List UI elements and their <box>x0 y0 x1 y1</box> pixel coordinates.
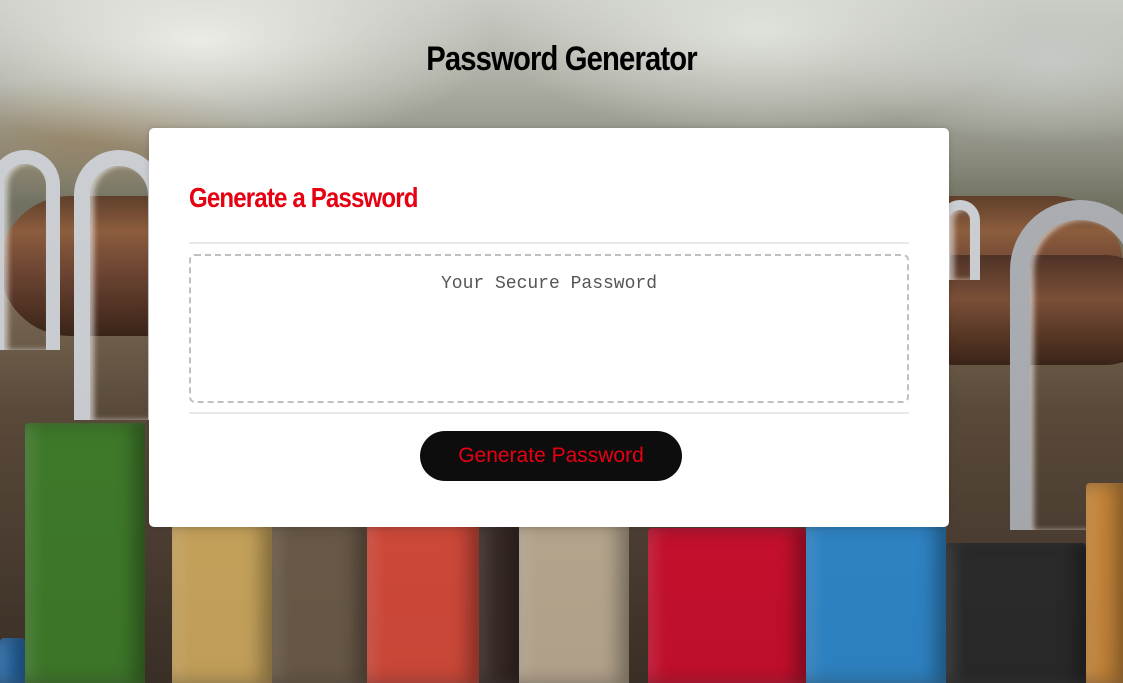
card-header: Generate a Password <box>189 182 418 213</box>
generate-password-button[interactable]: Generate Password <box>420 431 682 481</box>
generator-card: Generate a Password Generate Password <box>149 128 949 527</box>
header-divider <box>189 242 909 244</box>
page-title: Password Generator <box>426 40 697 78</box>
password-output-field[interactable] <box>189 254 909 403</box>
footer-divider <box>189 412 909 414</box>
